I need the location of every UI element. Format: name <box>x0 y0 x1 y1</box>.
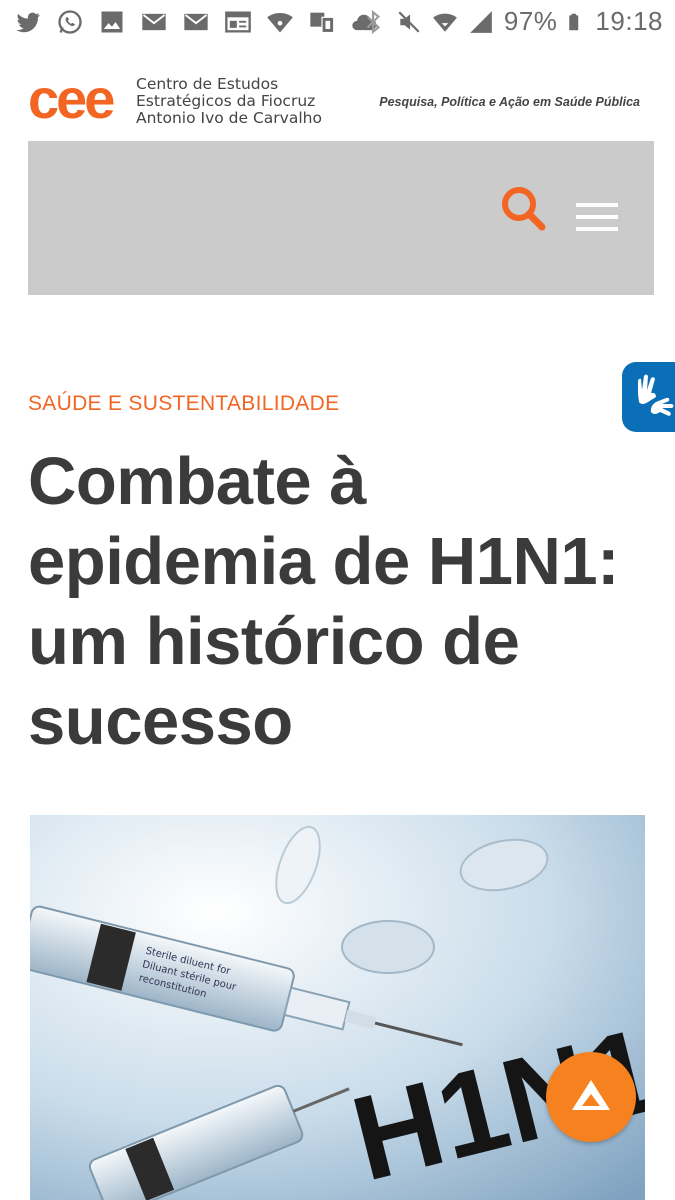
clock: 19:18 <box>595 6 663 36</box>
article-title-line: um histórico de <box>28 604 520 679</box>
h1n1-vaccine-illustration: Sterile diluent for Diluant stérile pour… <box>30 815 645 1200</box>
whatsapp-icon <box>58 10 82 34</box>
cee-logo[interactable]: cee <box>28 72 128 128</box>
article-title-line: Combate à <box>28 444 367 519</box>
search-button[interactable] <box>498 183 550 235</box>
hamburger-menu-icon <box>576 203 618 207</box>
sign-language-icon <box>638 374 674 416</box>
bluetooth-icon <box>366 9 380 34</box>
battery-icon <box>569 13 579 30</box>
mute-icon <box>398 10 420 33</box>
logo-text: cee <box>28 72 114 128</box>
search-icon <box>502 187 546 231</box>
org-name-line: Antonio Ivo de Carvalho <box>136 109 322 127</box>
mail-icon <box>142 13 166 31</box>
gallery-icon <box>101 11 123 33</box>
article-title-line: sucesso <box>28 684 293 759</box>
article-title: Combate à epidemia de H1N1: um histórico… <box>28 442 638 762</box>
chevron-up-icon <box>572 1080 610 1110</box>
battery-percent: 97% <box>503 6 558 36</box>
article-category[interactable]: SAÚDE E SUSTENTABILIDADE <box>28 392 339 416</box>
org-name-line: Estratégicos da Fiocruz <box>136 92 316 110</box>
twitter-icon <box>16 12 40 33</box>
news-icon <box>225 11 251 33</box>
accessibility-tab[interactable] <box>622 362 675 432</box>
article-title-line: epidemia de H1N1: <box>28 524 619 599</box>
vpn-icon <box>310 12 335 34</box>
wifi-icon <box>267 12 293 33</box>
signal-icon <box>470 10 492 33</box>
nav-bar <box>28 141 654 295</box>
system-indicators: 97% 19:18 <box>360 6 663 37</box>
scroll-to-top-button[interactable] <box>546 1052 636 1142</box>
pill <box>341 920 435 974</box>
wifi-icon <box>432 13 457 32</box>
mail-icon <box>184 13 208 31</box>
org-name: Centro de Estudos Estratégicos da Fiocru… <box>136 76 322 127</box>
hero-image: Sterile diluent for Diluant stérile pour… <box>30 815 645 1200</box>
site-header: cee Centro de Estudos Estratégicos da Fi… <box>28 70 654 130</box>
status-bar: 97% 19:18 <box>0 0 675 46</box>
org-name-line: Centro de Estudos <box>136 75 279 93</box>
hamburger-menu-button[interactable] <box>576 203 622 235</box>
tagline: Pesquisa, Política e Ação em Saúde Públi… <box>379 95 640 109</box>
notification-icons <box>14 8 378 36</box>
